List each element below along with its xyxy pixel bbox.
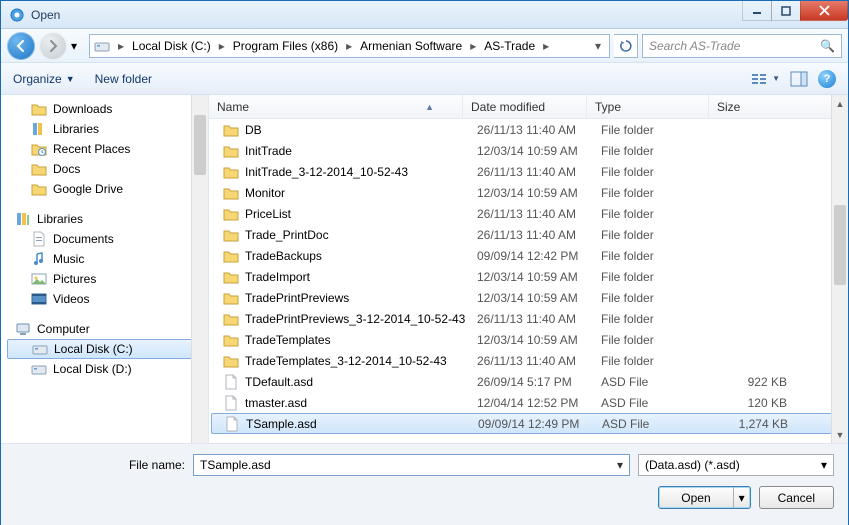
file-row[interactable]: Trade_PrintDoc26/11/13 11:40 AMFile fold… <box>209 224 848 245</box>
file-row[interactable]: DB26/11/13 11:40 AMFile folder <box>209 119 848 140</box>
nav-tree: DownloadsLibrariesRecent PlacesDocsGoogl… <box>1 95 209 443</box>
address-bar[interactable]: ▸ Local Disk (C:)▸ Program Files (x86)▸ … <box>89 34 610 58</box>
scroll-up-icon[interactable]: ▲ <box>832 95 848 112</box>
chevron-down-icon: ▾ <box>821 458 827 472</box>
libraries-icon <box>15 211 31 227</box>
chevron-right-icon[interactable]: ▸ <box>344 39 354 53</box>
history-dropdown-icon[interactable]: ▾ <box>71 39 85 53</box>
col-date[interactable]: Date modified <box>463 95 587 118</box>
tree-item[interactable]: Music <box>7 249 208 269</box>
tree-drive[interactable]: Local Disk (C:) <box>7 339 208 359</box>
window-title: Open <box>31 8 60 22</box>
col-size[interactable]: Size <box>709 95 848 118</box>
search-icon: 🔍 <box>820 39 835 53</box>
view-icon <box>751 72 769 86</box>
open-dropdown-icon[interactable]: ▾ <box>734 491 750 505</box>
file-scrollbar[interactable]: ▲ ▼ <box>831 95 848 443</box>
new-folder-button[interactable]: New folder <box>95 72 152 86</box>
chevron-right-icon[interactable]: ▸ <box>541 39 551 53</box>
chevron-down-icon[interactable]: ▾ <box>617 458 623 472</box>
tree-item[interactable]: Google Drive <box>7 179 208 199</box>
file-row[interactable]: TradeBackups09/09/14 12:42 PMFile folder <box>209 245 848 266</box>
toolbar: Organize ▼ New folder ▼ ? <box>1 63 848 95</box>
file-row[interactable]: Monitor12/03/14 10:59 AMFile folder <box>209 182 848 203</box>
navbar: ▾ ▸ Local Disk (C:)▸ Program Files (x86)… <box>1 29 848 63</box>
tree-item[interactable]: Docs <box>7 159 208 179</box>
maximize-button[interactable] <box>771 1 801 21</box>
tree-item[interactable]: Libraries <box>7 119 208 139</box>
file-list: Name▲ Date modified Type Size DB26/11/13… <box>209 95 848 443</box>
organize-button[interactable]: Organize ▼ <box>13 72 75 86</box>
tree-computer-header[interactable]: Computer <box>7 319 208 339</box>
file-row[interactable]: TradePrintPreviews_3-12-2014_10-52-4326/… <box>209 308 848 329</box>
col-name[interactable]: Name▲ <box>209 95 463 118</box>
chevron-down-icon: ▼ <box>66 74 75 84</box>
breadcrumb-seg[interactable]: Program Files (x86) <box>229 35 342 57</box>
tree-item[interactable]: Recent Places <box>7 139 208 159</box>
titlebar: Open <box>1 1 848 29</box>
scroll-thumb[interactable] <box>834 205 846 285</box>
search-input[interactable]: Search AS-Trade 🔍 <box>642 34 842 58</box>
forward-button[interactable] <box>39 32 67 60</box>
close-button[interactable] <box>800 1 848 21</box>
col-type[interactable]: Type <box>587 95 709 118</box>
filename-label: File name: <box>15 458 185 472</box>
bottom-panel: File name: TSample.asd ▾ (Data.asd) (*.a… <box>1 443 848 525</box>
chevron-right-icon[interactable]: ▸ <box>116 39 126 53</box>
filetype-filter[interactable]: (Data.asd) (*.asd) ▾ <box>638 454 834 476</box>
file-row[interactable]: TradeImport12/03/14 10:59 AMFile folder <box>209 266 848 287</box>
view-button[interactable]: ▼ <box>751 72 780 86</box>
app-icon <box>9 7 25 23</box>
cancel-button[interactable]: Cancel <box>759 486 834 509</box>
tree-item[interactable]: Pictures <box>7 269 208 289</box>
file-row[interactable]: TradeTemplates12/03/14 10:59 AMFile fold… <box>209 329 848 350</box>
minimize-button[interactable] <box>742 1 772 21</box>
tree-item[interactable]: Downloads <box>7 99 208 119</box>
open-button[interactable]: Open ▾ <box>658 486 750 509</box>
filename-input[interactable]: TSample.asd ▾ <box>193 454 630 476</box>
file-row[interactable]: InitTrade12/03/14 10:59 AMFile folder <box>209 140 848 161</box>
refresh-button[interactable] <box>614 34 638 58</box>
breadcrumb-seg[interactable]: Armenian Software <box>356 35 466 57</box>
computer-icon <box>15 321 31 337</box>
file-row[interactable]: TSample.asd09/09/14 12:49 PMASD File1,27… <box>211 413 846 434</box>
address-dropdown-icon[interactable]: ▾ <box>591 39 605 53</box>
file-row[interactable]: TradePrintPreviews12/03/14 10:59 AMFile … <box>209 287 848 308</box>
file-row[interactable]: tmaster.asd12/04/14 12:52 PMASD File120 … <box>209 392 848 413</box>
scroll-down-icon[interactable]: ▼ <box>832 426 848 443</box>
file-row[interactable]: TradeTemplates_3-12-2014_10-52-4326/11/1… <box>209 350 848 371</box>
file-row[interactable]: InitTrade_3-12-2014_10-52-4326/11/13 11:… <box>209 161 848 182</box>
column-headers: Name▲ Date modified Type Size <box>209 95 848 119</box>
preview-pane-button[interactable] <box>790 71 808 87</box>
tree-item[interactable]: Videos <box>7 289 208 309</box>
chevron-down-icon: ▼ <box>772 74 780 83</box>
help-button[interactable]: ? <box>818 70 836 88</box>
file-row[interactable]: TDefault.asd26/09/14 5:17 PMASD File922 … <box>209 371 848 392</box>
breadcrumb-seg[interactable]: Local Disk (C:) <box>128 35 215 57</box>
tree-item[interactable]: Documents <box>7 229 208 249</box>
breadcrumb-seg[interactable]: AS-Trade <box>480 35 539 57</box>
drive-icon <box>94 38 110 54</box>
tree-drive[interactable]: Local Disk (D:) <box>7 359 208 379</box>
chevron-right-icon[interactable]: ▸ <box>468 39 478 53</box>
back-button[interactable] <box>7 32 35 60</box>
tree-libraries-header[interactable]: Libraries <box>7 209 208 229</box>
sort-asc-icon: ▲ <box>425 102 434 112</box>
search-placeholder: Search AS-Trade <box>649 39 740 53</box>
chevron-right-icon[interactable]: ▸ <box>217 39 227 53</box>
tree-scrollbar[interactable] <box>191 95 208 443</box>
file-row[interactable]: PriceList26/11/13 11:40 AMFile folder <box>209 203 848 224</box>
